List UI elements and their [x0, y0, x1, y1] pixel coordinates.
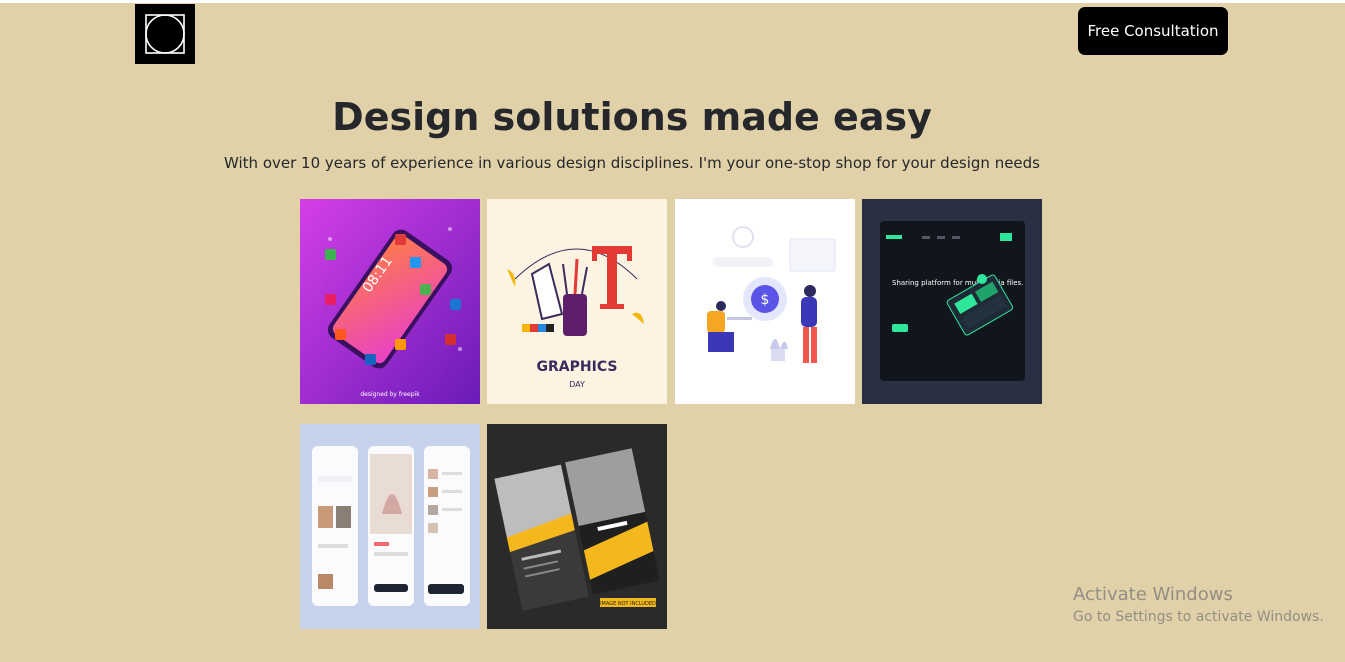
- activate-windows-hint: Go to Settings to activate Windows.: [1073, 609, 1324, 625]
- graphics-day-image: GRAPHICS DAY: [487, 199, 667, 404]
- gallery-item-landing-page[interactable]: Sharing platform for multimedia files.: [862, 199, 1042, 404]
- image-credit-text: designed by freepik: [360, 391, 420, 398]
- mobile-app-mockup-image: [300, 424, 480, 629]
- finance-illustration-image: $: [675, 199, 855, 404]
- page-background: Free Consultation Design solutions made …: [0, 3, 1345, 662]
- logo[interactable]: [135, 4, 195, 64]
- svg-text:$: $: [761, 292, 770, 308]
- gallery-item-social-media[interactable]: 08:11 designed by freepik: [300, 199, 480, 404]
- graphics-title-text: GRAPHICS: [537, 359, 618, 375]
- activate-windows-watermark: Activate Windows: [1073, 584, 1233, 605]
- page-subtitle: With over 10 years of experience in vari…: [224, 154, 1040, 172]
- social-media-phone-image: 08:11 designed by freepik: [300, 199, 480, 404]
- gallery-item-graphics-day[interactable]: GRAPHICS DAY: [487, 199, 667, 404]
- graphics-sub-text: DAY: [569, 380, 585, 389]
- page-title: Design solutions made easy: [332, 95, 932, 139]
- landing-page-mockup-image: Sharing platform for multimedia files.: [862, 199, 1042, 404]
- gallery-item-finance[interactable]: $: [675, 199, 855, 404]
- gallery-item-mobile-app[interactable]: [300, 424, 480, 629]
- business-card-mockup-image: IMAGE NOT INCLUDED: [487, 424, 667, 629]
- image-not-included-text: IMAGE NOT INCLUDED: [600, 601, 656, 607]
- gallery-item-business-card[interactable]: IMAGE NOT INCLUDED: [487, 424, 667, 629]
- free-consultation-button[interactable]: Free Consultation: [1078, 7, 1228, 55]
- landing-headline-text: Sharing platform for multimedia files.: [892, 279, 1023, 287]
- square-circle-logo-icon: [145, 14, 185, 54]
